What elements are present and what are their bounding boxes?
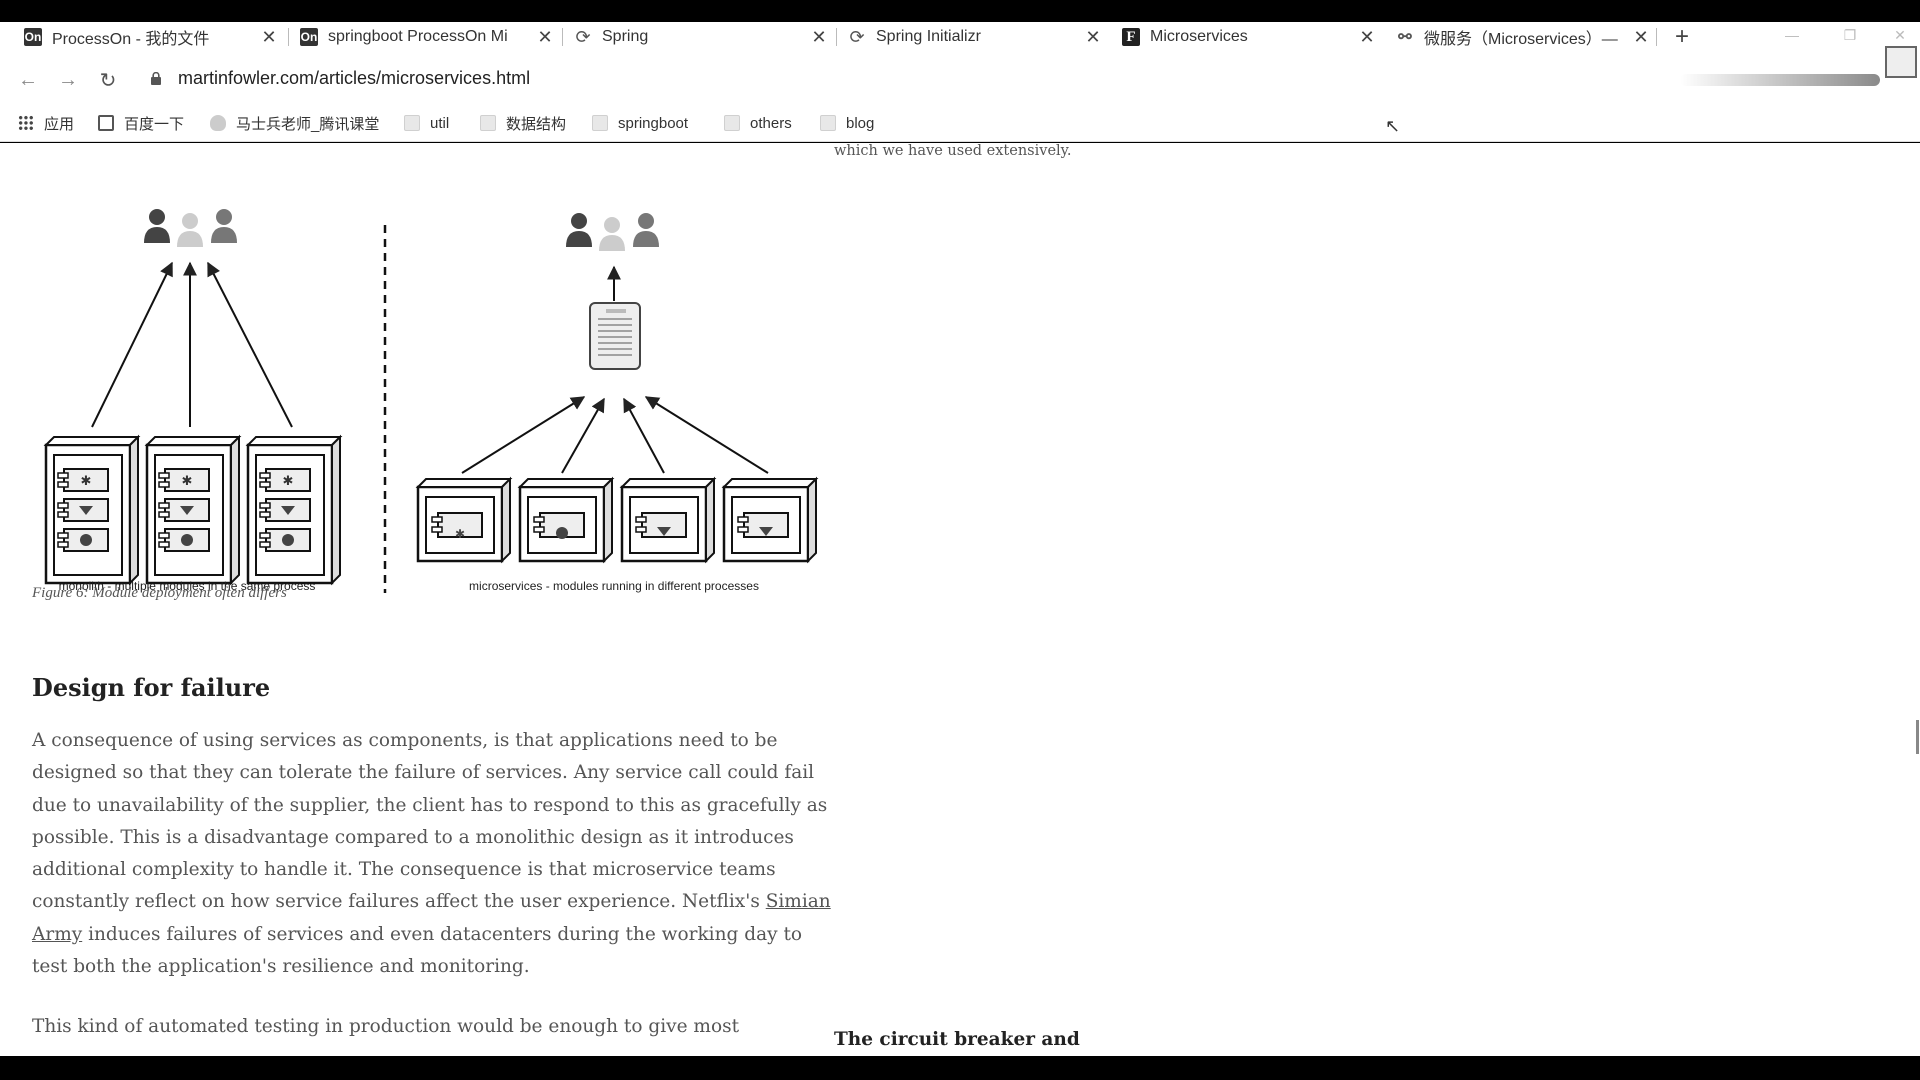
paragraph-text: A consequence of using services as compo… bbox=[32, 730, 828, 913]
window-top-border bbox=[0, 0, 1920, 22]
martinfowler-f-icon: F bbox=[1122, 28, 1140, 46]
svg-text:✱: ✱ bbox=[455, 527, 465, 541]
article-content: which we have used extensively. ✱ monoli… bbox=[0, 143, 1920, 1056]
folder-icon bbox=[480, 115, 496, 131]
bookmark-label: util bbox=[430, 114, 450, 132]
tab-weifuwu[interactable]: ⚯ 微服务（Microservices）— ✕ bbox=[1388, 22, 1652, 52]
microservices-users-icon bbox=[566, 213, 659, 251]
close-icon[interactable]: ✕ bbox=[808, 27, 830, 48]
close-icon[interactable]: ✕ bbox=[1630, 27, 1652, 48]
tab-title: springboot ProcessOn Mi bbox=[328, 28, 508, 45]
folder-icon bbox=[404, 115, 420, 131]
folder-icon bbox=[820, 115, 836, 131]
microservice-server-2 bbox=[518, 477, 614, 563]
tab-separator bbox=[836, 28, 837, 46]
monolith-users-icon bbox=[144, 209, 237, 247]
reload-button[interactable]: ↻ bbox=[94, 66, 122, 94]
document-icon bbox=[589, 302, 641, 370]
tab-title: Spring bbox=[602, 28, 649, 45]
bookmark-apps[interactable]: 应用 bbox=[18, 110, 74, 136]
baidu-icon bbox=[98, 115, 114, 131]
forward-button[interactable]: → bbox=[54, 66, 82, 94]
mouse-cursor-icon: ↖ bbox=[1385, 116, 1401, 136]
close-icon[interactable]: ✕ bbox=[1082, 27, 1104, 48]
spring-initializr-icon: ⟳ bbox=[849, 26, 865, 47]
bookmark-label: others bbox=[750, 114, 792, 132]
monolith-server-3 bbox=[246, 435, 342, 585]
tab-spring[interactable]: ⟳ Spring ✕ bbox=[566, 22, 830, 52]
monolith-server-1 bbox=[44, 435, 140, 585]
tencent-icon bbox=[210, 115, 226, 131]
paragraph-text: induces failures of services and even da… bbox=[32, 923, 803, 978]
bookmark-label: blog bbox=[846, 114, 875, 132]
tab-separator bbox=[562, 28, 563, 46]
tab-separator bbox=[288, 28, 289, 46]
tab-title: ProcessOn - 我的文件 bbox=[52, 31, 210, 48]
section-heading: Design for failure bbox=[32, 673, 271, 702]
folder-icon bbox=[592, 115, 608, 131]
link-icon: ⚯ bbox=[1398, 29, 1412, 46]
bookmark-label: 应用 bbox=[44, 115, 75, 133]
window-bottom-border bbox=[0, 1056, 1920, 1080]
apps-grid-icon bbox=[18, 115, 34, 131]
bookmark-tencent-classroom[interactable]: 马士兵老师_腾讯课堂 bbox=[210, 110, 379, 136]
microservice-server-4 bbox=[722, 477, 818, 563]
close-icon[interactable]: ✕ bbox=[534, 27, 556, 48]
microservice-server-1 bbox=[416, 477, 512, 563]
tab-separator bbox=[1656, 28, 1657, 46]
tab-springboot-processon[interactable]: On springboot ProcessOn Mi ✕ bbox=[292, 22, 556, 52]
bookmark-folder-data-structures[interactable]: 数据结构 bbox=[480, 110, 566, 136]
new-tab-button[interactable]: + bbox=[1670, 22, 1694, 52]
tab-processon-files[interactable]: On ProcessOn - 我的文件 ✕ bbox=[16, 22, 280, 52]
scrollbar-thumb[interactable] bbox=[1916, 720, 1919, 754]
tab-spring-initializr[interactable]: ⟳ Spring Initializr ✕ bbox=[840, 22, 1104, 52]
bookmark-label: 百度一下 bbox=[124, 115, 185, 133]
maximize-button[interactable]: ❐ bbox=[1830, 22, 1870, 48]
close-icon[interactable]: ✕ bbox=[258, 27, 280, 48]
microservice-server-3 bbox=[620, 477, 716, 563]
url-field[interactable]: martinfowler.com/articles/microservices.… bbox=[178, 68, 530, 89]
loading-progress-bar bbox=[1680, 74, 1880, 86]
figure-caption: Figure 6: Module deployment often differ… bbox=[32, 585, 287, 601]
tab-microservices-active[interactable]: F Microservices ✕ bbox=[1114, 22, 1378, 52]
tab-title: 微服务（Microservices）— bbox=[1424, 31, 1618, 48]
sidebar-heading-circuit-breaker: The circuit breaker and bbox=[834, 1029, 1080, 1050]
bookmark-folder-util[interactable]: util bbox=[404, 110, 449, 136]
module-deployment-figure: ✱ monolith - multiple modules in the sam… bbox=[44, 209, 818, 593]
bookmark-folder-springboot[interactable]: springboot bbox=[592, 110, 688, 136]
monolith-server-2 bbox=[145, 435, 241, 585]
bookmark-folder-others[interactable]: others bbox=[724, 110, 792, 136]
spring-icon: ⟳ bbox=[575, 26, 591, 47]
paragraph-automated-testing: This kind of automated testing in produc… bbox=[32, 1016, 740, 1037]
extension-icon[interactable] bbox=[1885, 46, 1917, 78]
tab-title: Microservices bbox=[1150, 28, 1248, 45]
bookmark-label: springboot bbox=[618, 114, 689, 132]
microservices-caption: microservices - modules running in diffe… bbox=[469, 579, 759, 593]
processon-icon: On bbox=[300, 28, 318, 46]
back-button[interactable]: ← bbox=[14, 66, 42, 94]
paragraph-design-for-failure: A consequence of using services as compo… bbox=[32, 725, 832, 983]
lock-icon bbox=[151, 72, 161, 85]
close-icon[interactable]: ✕ bbox=[1356, 27, 1378, 48]
window-close-button[interactable]: ✕ bbox=[1880, 22, 1920, 48]
minimize-button[interactable]: — bbox=[1772, 22, 1812, 48]
sidebar-text-fragment: which we have used extensively. bbox=[834, 143, 1072, 159]
processon-icon: On bbox=[24, 28, 42, 46]
tab-title: Spring Initializr bbox=[876, 28, 981, 45]
tab-strip: On ProcessOn - 我的文件 ✕ On springboot Proc… bbox=[0, 22, 1920, 52]
bookmark-baidu[interactable]: 百度一下 bbox=[98, 110, 184, 136]
bookmark-folder-blog[interactable]: blog bbox=[820, 110, 874, 136]
bookmark-label: 数据结构 bbox=[506, 115, 567, 133]
bookmark-label: 马士兵老师_腾讯课堂 bbox=[236, 115, 380, 133]
folder-icon bbox=[724, 115, 740, 131]
